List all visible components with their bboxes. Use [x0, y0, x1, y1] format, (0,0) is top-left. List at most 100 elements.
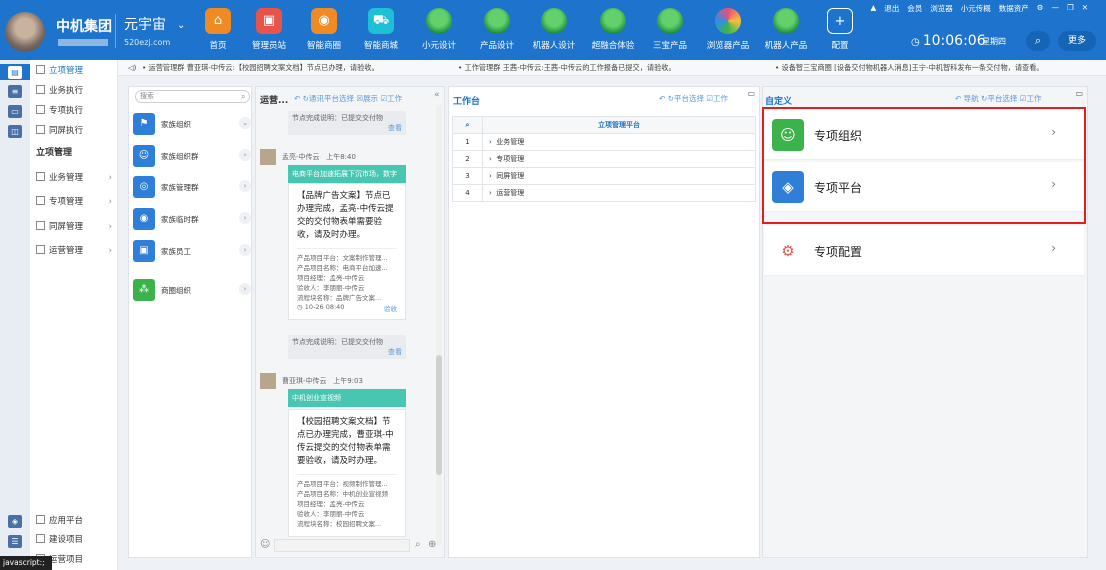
restore-icon[interactable]: ❐ — [1067, 3, 1074, 14]
top-link-member[interactable]: 会员 — [907, 3, 922, 14]
nav-smart-mall[interactable]: ⛟ 智能商城 — [351, 8, 411, 56]
close-icon[interactable]: ✕ — [1082, 3, 1088, 14]
home-icon: ⌂ — [205, 8, 231, 34]
maximize-icon[interactable]: ▭ — [747, 89, 755, 98]
search-icon[interactable]: ⌕ — [415, 539, 421, 550]
brand-title[interactable]: 元宇宙 — [124, 14, 166, 34]
message-card[interactable]: 【品牌广告文案】节点已办理完成，孟亮-中传云提交的交付物表单需要验收，请及时办理… — [288, 183, 406, 320]
emoji-icon[interactable]: ☺ — [260, 539, 270, 550]
monitor-icon[interactable]: ▭ — [8, 105, 22, 118]
nav-robot-product[interactable]: 机器人产品 — [756, 8, 816, 56]
scroll-thumb[interactable] — [436, 355, 442, 475]
add-icon[interactable]: ⊕ — [428, 539, 436, 550]
menu-screen-exec[interactable]: 同屏执行 — [30, 123, 118, 139]
chevron-right-icon: › — [1051, 125, 1056, 139]
table-row[interactable]: 3 › 同屏管理 — [452, 167, 756, 185]
workbench-tools[interactable]: ↶ ↻平台选择 ☑工作 — [659, 93, 728, 104]
menu-app-platform[interactable]: 应用平台 — [30, 513, 118, 529]
top-link-xiaoyuan[interactable]: 小元传概 — [961, 3, 991, 14]
notice-3[interactable]: • 设备智三宝商圈 [设备交付物机器人消息]王宁-中机智科发布一条交付物，请查看… — [775, 63, 1044, 73]
chevron-right-icon[interactable]: › — [489, 155, 492, 163]
menu-icon — [36, 534, 45, 543]
menu-icon — [36, 65, 45, 74]
custom-item-special-platform[interactable]: ◈ 专项平台 › — [764, 162, 1084, 212]
menu-special-exec[interactable]: 专项执行 — [30, 103, 118, 119]
chevron-right-icon[interactable]: › — [489, 189, 492, 197]
settings-icon[interactable]: ▲ — [870, 3, 876, 14]
smart-mall-icon: ⛟ — [368, 8, 394, 34]
table-row[interactable]: 4 › 运营管理 — [452, 184, 756, 202]
table-row[interactable]: 2 › 专项管理 — [452, 150, 756, 168]
nav-admin-station[interactable]: ▣ 管理员站 — [239, 8, 299, 56]
chat-tools[interactable]: ↶ ↻通讯平台选择 ☒展示 ☑工作 — [294, 93, 402, 104]
chat-scrollbar[interactable] — [436, 105, 442, 545]
top-link-data-assets[interactable]: 数据资产 — [999, 3, 1029, 14]
menu-icon — [36, 221, 45, 230]
chevron-right-icon[interactable]: › — [239, 244, 251, 256]
collapse-icon[interactable]: « — [434, 90, 440, 100]
briefcase-icon[interactable]: ▤ — [8, 66, 22, 79]
contact-item[interactable]: ⚑ 家族组织 ⌄ — [133, 113, 251, 137]
chat-input[interactable] — [274, 539, 410, 552]
contact-item[interactable]: ▣ 家族员工 › — [133, 240, 251, 264]
nav-sanbao-product[interactable]: 三宝产品 — [640, 8, 700, 56]
message-card[interactable]: 【校园招聘文案文档】节点已办理完成，曹亚琪-中传云提交的交付物表单需要验收，请及… — [288, 409, 406, 537]
contacts-search-input[interactable]: 搜索 — [135, 90, 250, 103]
chevron-right-icon[interactable]: › — [239, 180, 251, 192]
gear-icon[interactable]: ⚙ — [1037, 3, 1044, 14]
search-button[interactable]: ⌕ — [1026, 31, 1050, 51]
accept-link[interactable]: 验收 — [384, 303, 397, 313]
menu-business-mgmt[interactable]: 业务管理 › — [30, 170, 118, 186]
staff-icon: ▣ — [133, 240, 155, 262]
table-row[interactable]: 1 › 业务管理 — [452, 133, 756, 151]
chevron-right-icon[interactable]: › — [239, 149, 251, 161]
top-link-browser[interactable]: 浏览器 — [930, 3, 953, 14]
notice-1[interactable]: • 运营管理群 曹亚琪-中传云:【校园招聘文案文档】节点已办理，请验收。 — [142, 63, 379, 73]
contact-item[interactable]: ◎ 家族管理群 › — [133, 176, 251, 200]
nav-config[interactable]: + 配置 — [810, 8, 870, 56]
custom-item-special-org[interactable]: ☺ 专项组织 › — [764, 110, 1084, 160]
nav-product-design[interactable]: 产品设计 — [467, 8, 527, 56]
chevron-right-icon[interactable]: › — [489, 138, 492, 146]
search-icon[interactable]: ⌕ — [241, 92, 245, 102]
notice-bar: ◁) • 运营管理群 曹亚琪-中传云:【校园招聘文案文档】节点已办理，请验收。 … — [0, 60, 1106, 76]
menu-special-mgmt[interactable]: 专项管理 › — [30, 194, 118, 210]
contact-item[interactable]: ⁂ 商圈组织 › — [133, 279, 251, 303]
search-icon[interactable]: ⌕ — [452, 116, 483, 134]
notice-2[interactable]: • 工作管理群 王茜-中传云:王茜-中传云的工作报备已提交，请验收。 — [458, 63, 676, 73]
menu-project-mgmt[interactable]: 立项管理 — [30, 63, 118, 79]
nav-robot-design[interactable]: 机器人设计 — [524, 8, 584, 56]
nav-browser-product[interactable]: 浏览器产品 — [698, 8, 758, 56]
menu-business-exec[interactable]: 业务执行 — [30, 83, 118, 99]
menu-screen-mgmt[interactable]: 同屏管理 › — [30, 219, 118, 235]
top-link-logout[interactable]: 退出 — [884, 3, 899, 14]
contact-item[interactable]: ◉ 家族临时群 › — [133, 208, 251, 232]
cube-icon[interactable]: ◈ — [8, 515, 22, 528]
message-header: 孟亮-中传云 上午8:40 — [260, 149, 356, 165]
view-link[interactable]: 查看 — [292, 123, 402, 133]
chevron-down-icon[interactable]: ⌄ — [177, 20, 185, 31]
chevron-right-icon[interactable]: › — [239, 212, 251, 224]
message-banner[interactable]: 电商平台加速拓展下沉市场，数字 — [288, 165, 406, 183]
chevron-down-icon[interactable]: ⌄ — [239, 117, 251, 129]
list-icon[interactable]: ≡ — [8, 85, 22, 98]
menu-build-project[interactable]: 建设项目 — [30, 532, 118, 548]
minimize-icon[interactable]: — — [1051, 3, 1059, 14]
nav-xiaoyuan-design[interactable]: 小元设计 — [409, 8, 469, 56]
message-footer: 验收 ◷ 10-26 08:40 — [297, 303, 397, 313]
server-icon[interactable]: ☰ — [8, 535, 22, 548]
user-avatar[interactable] — [5, 12, 45, 52]
maximize-icon[interactable]: ▭ — [1075, 89, 1083, 98]
custom-tools[interactable]: ↶ 导航 ↻平台选择 ☑工作 — [955, 93, 1041, 104]
custom-item-special-config[interactable]: ⚙ 专项配置 › — [764, 226, 1084, 276]
nav-hyper-fusion[interactable]: 超融合体验 — [583, 8, 643, 56]
chevron-right-icon[interactable]: › — [239, 283, 251, 295]
screens-icon[interactable]: ◫ — [8, 125, 22, 138]
menu-ops-mgmt[interactable]: 运营管理 › — [30, 243, 118, 259]
message-banner[interactable]: 中机创业宣视频 — [288, 389, 406, 407]
more-button[interactable]: 更多 — [1058, 31, 1096, 51]
view-link[interactable]: 查看 — [292, 347, 402, 357]
contact-item[interactable]: ☺ 家族组织群 › — [133, 145, 251, 169]
chevron-right-icon[interactable]: › — [489, 172, 492, 180]
nav-smart-business[interactable]: ◉ 智能商圈 — [294, 8, 354, 56]
